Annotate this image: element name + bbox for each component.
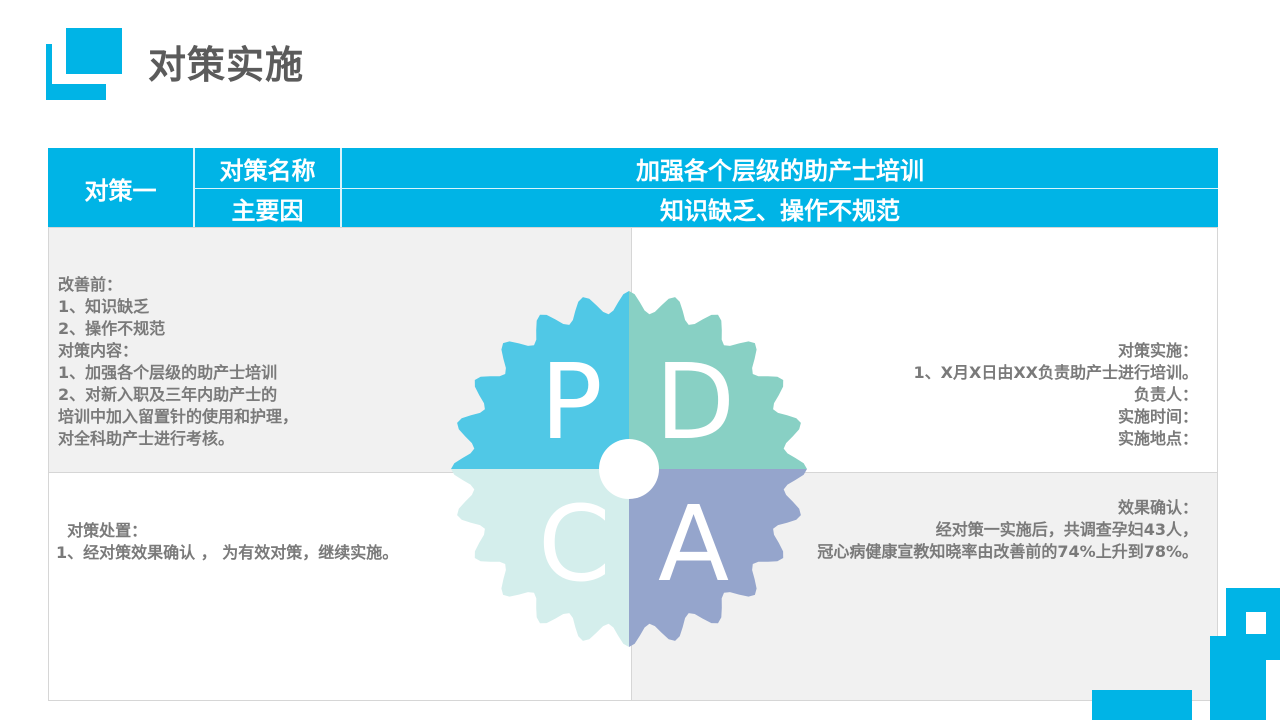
do-text: 对策实施： 1、X月X日由XX负责助产士进行培训。 负责人： 实施时间： 实施地… <box>914 340 1198 450</box>
measure-name-value: 加强各个层级的助产士培训 <box>342 148 1218 189</box>
check-line: 冠心病健康宣教知晓率由改善前的74%上升到78%。 <box>817 542 1198 561</box>
act-line: 对策处置： <box>56 521 148 540</box>
pdca-letter-a: A <box>658 483 730 605</box>
corner-decoration <box>1092 588 1280 720</box>
page-title: 对策实施 <box>148 43 305 87</box>
plan-line: 2、对新入职及三年内助产士的 <box>58 385 278 404</box>
do-line: 1、X月X日由XX负责助产士进行培训。 <box>913 363 1198 382</box>
plan-line: 2、操作不规范 <box>58 319 166 338</box>
plan-line: 改善前： <box>58 275 123 294</box>
plan-line: 1、知识缺乏 <box>58 297 150 316</box>
do-line: 实施时间： <box>1117 407 1198 426</box>
pdca-letter-d: D <box>655 341 736 463</box>
plan-line: 1、加强各个层级的助产士培训 <box>58 363 278 382</box>
main-cause-label: 主要因 <box>195 189 342 228</box>
main-cause-value: 知识缺乏、操作不规范 <box>660 197 900 225</box>
do-line: 对策实施： <box>1117 341 1198 360</box>
plan-line: 培训中加入留置针的使用和护理， <box>58 407 299 426</box>
plan-line: 对策内容： <box>58 341 139 360</box>
plan-text: 改善前： 1、知识缺乏 2、操作不规范 对策内容： 1、加强各个层级的助产士培训… <box>58 274 298 450</box>
do-line: 实施地点： <box>1117 429 1198 448</box>
measure-label: 对策一 <box>48 148 195 228</box>
pdca-letter-c: C <box>538 483 611 605</box>
check-text: 效果确认： 经对策一实施后，共调查孕妇43人， 冠心病健康宣教知晓率由改善前的7… <box>817 497 1198 563</box>
measure-name-label: 对策名称 <box>195 148 342 189</box>
act-line: 1、经对策效果确认 ， 为有效对策，继续实施。 <box>56 543 399 562</box>
title-logo <box>46 24 122 100</box>
do-line: 负责人： <box>1133 385 1198 404</box>
check-line: 经对策一实施后，共调查孕妇43人， <box>935 520 1198 539</box>
check-line: 效果确认： <box>1117 498 1198 517</box>
pdca-gear-graphic <box>451 291 807 647</box>
act-text: 对策处置： 1、经对策效果确认 ， 为有效对策，继续实施。 <box>56 520 398 564</box>
measure-header: 对策一 对策名称 主要因 加强各个层级的助产士培训 知识缺乏、操作不规范 <box>48 148 1218 228</box>
plan-line: 对全科助产士进行考核。 <box>58 429 235 448</box>
pdca-letter-p: P <box>540 341 603 463</box>
